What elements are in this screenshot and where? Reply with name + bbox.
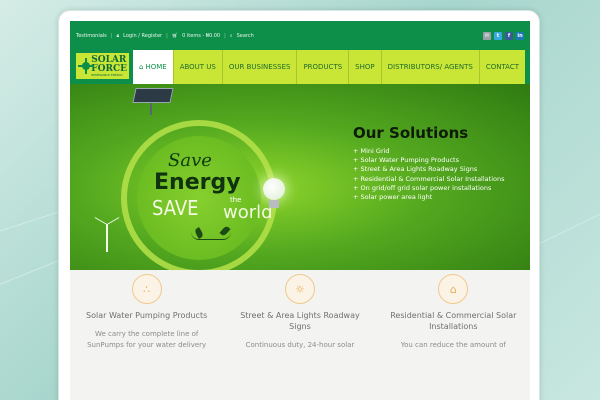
feature-title[interactable]: Street & Area Lights Roadway Signs [230, 310, 370, 332]
solar-panel-stand [150, 103, 152, 115]
main-nav: ⌂ HOME ABOUT US OUR BUSINESSES PRODUCTS … [133, 50, 526, 84]
solutions-list: Mini Grid Solar Water Pumping Products S… [353, 147, 505, 202]
browser-frame: Testimonials | 🔒︎ Login / Register | 🛒︎ … [58, 10, 540, 400]
testimonials-link[interactable]: Testimonials [76, 33, 107, 39]
turbine-blade [94, 217, 108, 225]
slogan-world: world [223, 202, 273, 223]
features-section: ∴ Solar Water Pumping Products We carry … [70, 270, 530, 400]
nav-contact[interactable]: CONTACT [478, 50, 526, 84]
login-register-link[interactable]: Login / Register [123, 33, 162, 39]
feature-card: ∴ Solar Water Pumping Products We carry … [77, 274, 217, 400]
solution-item: Street & Area Lights Roadway Signs [353, 165, 504, 174]
feature-text: You can reduce the amount of [400, 341, 506, 349]
email-icon[interactable]: ✉ [483, 31, 491, 40]
cart-icon: 🛒︎ [171, 32, 179, 39]
cart-link[interactable]: 0 items - ₦0.00 [182, 33, 220, 39]
nav-about-us[interactable]: ABOUT US [172, 50, 222, 84]
search-icon: ⌕ [229, 32, 233, 39]
solutions-title: Our Solutions [353, 124, 469, 142]
hero-banner: Save Energy SAVE the world Our Solutions… [70, 84, 530, 273]
separator: | [110, 32, 113, 39]
lightbulb-icon [263, 178, 285, 200]
solution-item: Solar power area light [353, 193, 504, 202]
logo-text: SOLAR FORCE RENEWABLE ENERGY [91, 55, 127, 77]
turbine-blade [106, 224, 108, 239]
home-icon: ⌂ [139, 63, 144, 71]
lightbulb-icon: ☼ [284, 274, 315, 304]
top-bar: Testimonials | 🔒︎ Login / Register | 🛒︎ … [70, 21, 530, 50]
logo-tagline: RENEWABLE ENERGY [91, 72, 123, 77]
site-header: SOLAR FORCE RENEWABLE ENERGY ⌂ HOME ABOU… [70, 50, 530, 84]
feature-card: ☼ Street & Area Lights Roadway Signs Con… [230, 274, 370, 400]
slogan-energy: Energy [154, 170, 241, 195]
feature-card: ⌂ Residential & Commercial Solar Install… [383, 274, 523, 400]
nav-label: CONTACT [485, 63, 520, 71]
nav-label: OUR BUSINESSES [228, 63, 291, 71]
slogan-save: Save [168, 150, 212, 171]
solution-item: On grid/off grid solar power installatio… [353, 184, 504, 193]
separator: | [224, 32, 226, 39]
nav-label: SHOP [355, 63, 375, 71]
social-icons: ✉ t f in [483, 31, 524, 40]
solution-item: Mini Grid [353, 147, 504, 156]
home-icon: ⌂ [438, 274, 469, 304]
turbine-blade [106, 217, 120, 225]
slogan-save-caps: SAVE [152, 196, 199, 220]
solutions-block: Our Solutions Mini Grid Solar Water Pump… [353, 124, 504, 202]
feature-text: We carry the complete line of SunPumps f… [87, 330, 207, 349]
water-drops-icon: ∴ [131, 274, 162, 304]
solar-panel-icon [132, 88, 174, 103]
nav-our-businesses[interactable]: OUR BUSINESSES [221, 50, 297, 84]
nav-label: ABOUT US [179, 63, 216, 71]
nav-home[interactable]: ⌂ HOME [133, 50, 173, 84]
nav-products[interactable]: PRODUCTS [296, 50, 349, 84]
feature-title[interactable]: Residential & Commercial Solar Installat… [383, 310, 523, 332]
search-link[interactable]: Search [237, 33, 254, 39]
facebook-icon[interactable]: f [505, 31, 513, 40]
solution-item: Residential & Commercial Solar Installat… [353, 175, 505, 184]
lightbulb-base [269, 200, 279, 208]
top-links: Testimonials | 🔒︎ Login / Register | 🛒︎ … [76, 33, 254, 39]
lock-icon: 🔒︎ [116, 32, 120, 39]
linkedin-icon[interactable]: in [516, 31, 524, 40]
twitter-icon[interactable]: t [494, 31, 502, 40]
separator: | [166, 32, 168, 39]
site-logo[interactable]: SOLAR FORCE RENEWABLE ENERGY [76, 53, 129, 79]
sun-icon [78, 58, 94, 74]
nav-label: DISTRIBUTORS/ AGENTS [387, 63, 473, 71]
nav-label: PRODUCTS [303, 63, 343, 71]
website: Testimonials | 🔒︎ Login / Register | 🛒︎ … [70, 21, 530, 400]
solution-item: Solar Water Pumping Products [353, 156, 504, 165]
feature-text: Continuous duty, 24-hour solar [245, 341, 355, 349]
nav-label: HOME [145, 63, 167, 71]
nav-distributors-agents[interactable]: DISTRIBUTORS/ AGENTS [380, 50, 479, 84]
feature-title[interactable]: Solar Water Pumping Products [77, 310, 217, 321]
nav-shop[interactable]: SHOP [348, 50, 381, 84]
